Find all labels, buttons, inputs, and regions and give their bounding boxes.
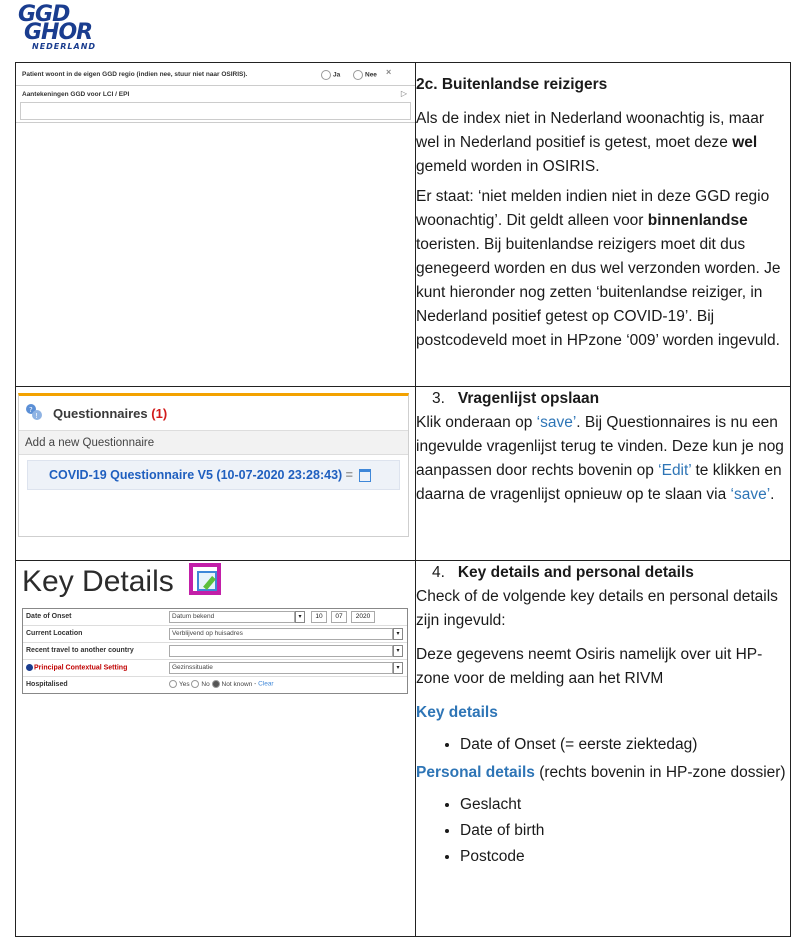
section-heading: 2c. Buitenlandse reizigers xyxy=(416,76,608,93)
recent-travel-select[interactable] xyxy=(169,645,393,657)
key-details-list: Date of Onset (= eerste ziektedag) xyxy=(416,733,790,757)
questionnaires-count: (1) xyxy=(151,406,168,421)
ggd-ghor-logo: GGD GHOR NEDERLAND xyxy=(18,2,128,54)
screenshot-cell: ? ! Questionnaires (1) Add a new Questio… xyxy=(15,386,416,561)
screenshot-cell: Key Details Date of Onset Datum bekend ▾… xyxy=(15,560,416,937)
list-item: Geslacht xyxy=(460,793,790,817)
field-label: Hospitalised xyxy=(26,681,68,688)
text-cell: 2c. Buitenlandse reizigers Als de index … xyxy=(415,62,791,387)
paragraph: Er staat: ‘niet melden indien niet in de… xyxy=(416,188,781,349)
radio-yes[interactable]: Ja xyxy=(321,70,340,80)
save-term: ‘save’ xyxy=(730,486,771,503)
field-label: Principal Contextual Setting xyxy=(26,664,127,671)
notes-textarea[interactable] xyxy=(20,102,411,120)
table-row: ? ! Questionnaires (1) Add a new Questio… xyxy=(15,386,791,561)
chevron-down-icon[interactable]: ▾ xyxy=(295,611,305,623)
chevron-down-icon[interactable]: ▾ xyxy=(393,628,403,640)
instruction-table: Patient woont in de eigen GGD regio (ind… xyxy=(15,62,791,937)
questionnaires-panel: ? ! Questionnaires (1) Add a new Questio… xyxy=(18,393,409,537)
radio-circle-icon xyxy=(169,680,177,688)
save-term: ‘save’ xyxy=(536,414,577,431)
personal-details-list: Geslacht Date of birth Postcode xyxy=(416,793,790,869)
principal-setting-select[interactable]: Gezinssituatie xyxy=(169,662,393,674)
day-input[interactable]: 10 xyxy=(311,611,327,623)
questionnaire-item-link[interactable]: COVID-19 Questionnaire V5 (10-07-2020 23… xyxy=(49,468,372,483)
paragraph: Deze gegevens neemt Osiris namelijk over… xyxy=(416,646,763,687)
residence-question: Patient woont in de eigen GGD regio (ind… xyxy=(22,71,248,78)
field-label: Current Location xyxy=(26,630,83,637)
section-heading: 4. Key details and personal details xyxy=(432,564,694,581)
svg-text:?: ? xyxy=(29,406,33,414)
table-row: Patient woont in de eigen GGD regio (ind… xyxy=(15,62,791,387)
personal-details-label: Personal details xyxy=(416,764,535,781)
list-item: Date of Onset (= eerste ziektedag) xyxy=(460,733,790,757)
text-cell: 4. Key details and personal details Chec… xyxy=(415,560,791,937)
key-details-label: Key details xyxy=(416,704,498,721)
questionnaires-header: ? ! Questionnaires (1) xyxy=(19,396,408,431)
list-item: Postcode xyxy=(460,845,790,869)
info-icon[interactable] xyxy=(26,664,33,671)
screenshot-cell: Patient woont in de eigen GGD regio (ind… xyxy=(15,62,416,387)
current-location-select[interactable]: Verblijvend op huisadres xyxy=(169,628,393,640)
radio-yes[interactable]: Yes xyxy=(169,680,190,688)
clear-icon[interactable]: × xyxy=(386,67,391,77)
pencil-icon xyxy=(203,576,216,590)
notes-label: Aantekeningen GGD voor LCI / EPI xyxy=(22,91,130,98)
text-cell: 3. Vragenlijst opslaan Klik onderaan op … xyxy=(415,386,791,561)
field-label: Recent travel to another country xyxy=(26,647,134,654)
chevron-down-icon[interactable]: ▾ xyxy=(393,645,403,657)
section-heading: 3. Vragenlijst opslaan xyxy=(432,390,600,407)
svg-text:!: ! xyxy=(35,412,38,420)
form-row-date-of-onset: Date of Onset Datum bekend ▾ 10 07 2020 xyxy=(23,609,407,626)
year-input[interactable]: 2020 xyxy=(351,611,375,623)
hospitalised-options: Yes No Not known - Clear xyxy=(169,680,274,688)
edit-button[interactable] xyxy=(189,563,221,595)
form-row-principal-setting: Principal Contextual Setting Gezinssitua… xyxy=(23,660,407,677)
paragraph: Als de index niet in Nederland woonachti… xyxy=(416,110,765,175)
list-item: Date of birth xyxy=(460,819,790,843)
edit-icon xyxy=(197,571,217,591)
form-row-hospitalised: Hospitalised Yes No Not known - Clear xyxy=(23,677,407,693)
residence-question-row: Patient woont in de eigen GGD regio (ind… xyxy=(16,63,415,86)
chevron-down-icon[interactable]: ▾ xyxy=(393,662,403,674)
form-row-recent-travel: Recent travel to another country ▾ xyxy=(23,643,407,660)
radio-circle-icon xyxy=(353,70,363,80)
radio-circle-icon xyxy=(321,70,331,80)
table-row: Key Details Date of Onset Datum bekend ▾… xyxy=(15,560,791,937)
paragraph: Personal details (rechts bovenin in HP-z… xyxy=(416,764,786,781)
month-input[interactable]: 07 xyxy=(331,611,347,623)
calendar-icon[interactable] xyxy=(359,469,372,483)
questionnaire-icon: ? ! xyxy=(26,404,42,420)
logo-line-3: NEDERLAND xyxy=(32,42,97,51)
radio-no[interactable]: Nee xyxy=(353,70,377,80)
paragraph: Check of de volgende key details en pers… xyxy=(416,588,778,629)
radio-no[interactable]: No xyxy=(191,680,210,688)
date-known-select[interactable]: Datum bekend xyxy=(169,611,295,623)
questionnaires-title: Questionnaires (1) xyxy=(53,406,168,421)
key-details-title: Key Details xyxy=(22,565,174,598)
edit-term: ‘Edit’ xyxy=(658,462,692,479)
add-questionnaire-link[interactable]: Add a new Questionnaire xyxy=(19,431,408,455)
field-label: Date of Onset xyxy=(26,613,72,620)
radio-not-known[interactable]: Not known xyxy=(211,680,252,688)
radio-yes-label: Ja xyxy=(333,71,341,79)
key-details-form: Date of Onset Datum bekend ▾ 10 07 2020 … xyxy=(22,608,408,694)
radio-selected-icon xyxy=(211,680,220,688)
paragraph: Klik onderaan op ‘save’. Bij Questionnai… xyxy=(416,414,784,503)
cursor-icon: ▷ xyxy=(400,89,407,98)
notes-field: Aantekeningen GGD voor LCI / EPI ▷ xyxy=(16,86,415,123)
radio-circle-icon xyxy=(191,680,200,688)
clear-link[interactable]: Clear xyxy=(258,681,274,688)
form-row-current-location: Current Location Verblijvend op huisadre… xyxy=(23,626,407,643)
radio-no-label: Nee xyxy=(365,71,377,79)
